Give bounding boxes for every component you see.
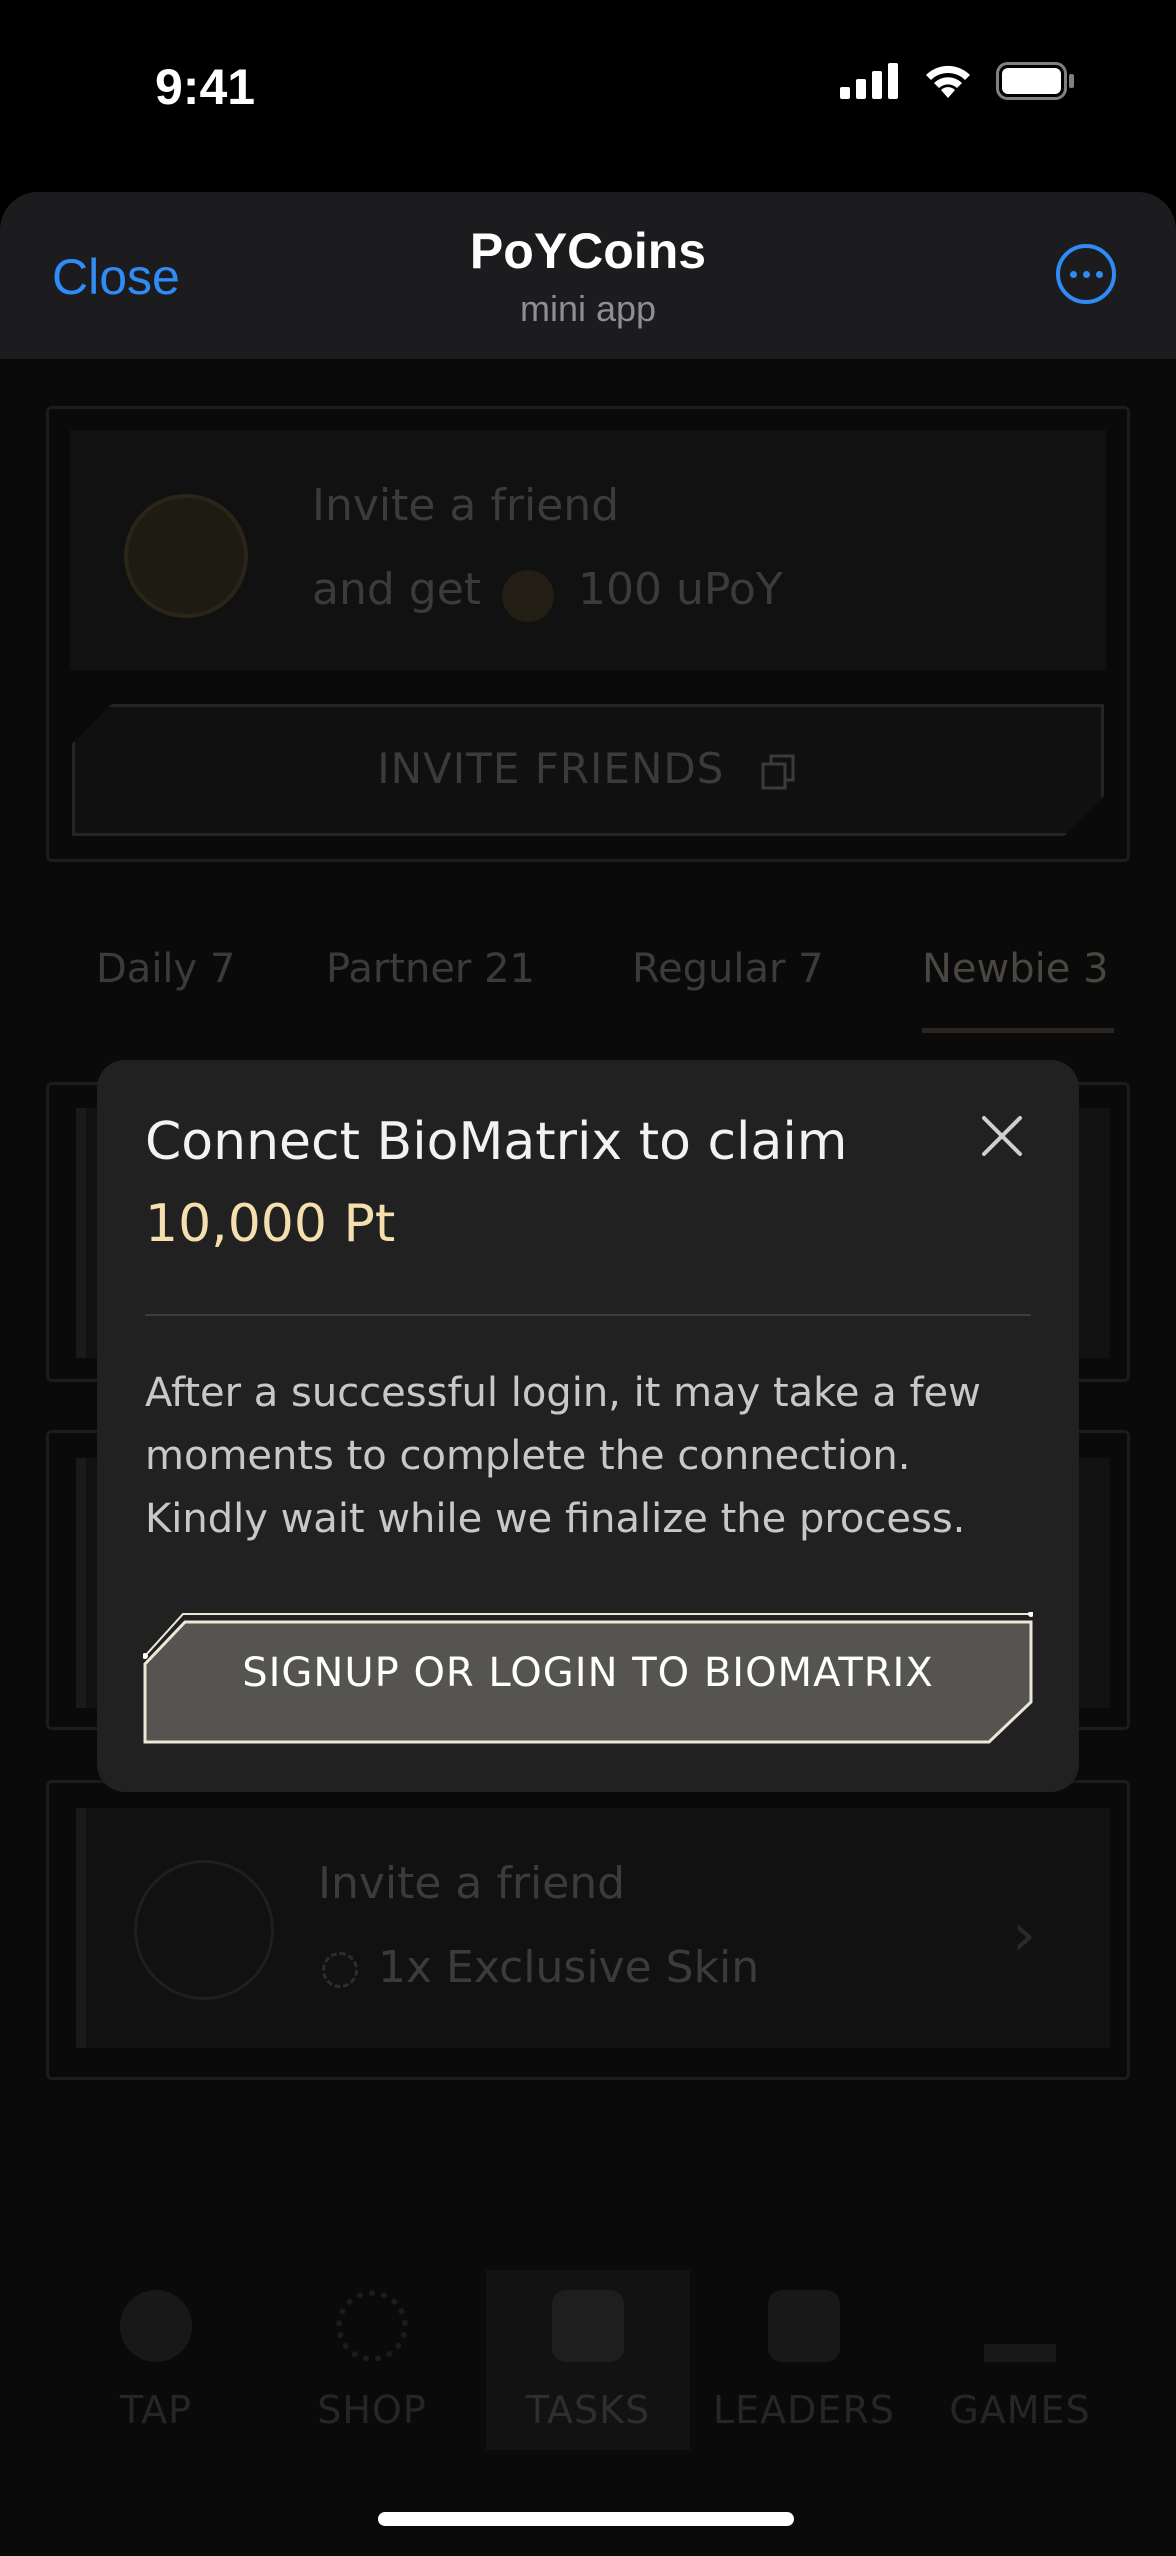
invite-friends-label: INVITE FRIENDS	[0, 744, 1176, 793]
tab-partner[interactable]: Partner 21	[326, 946, 535, 992]
task-reward: 1x Exclusive Skin	[378, 1942, 760, 1993]
chevron-right-icon: ›	[1012, 1900, 1036, 1970]
app-subtitle: mini app	[519, 288, 657, 329]
more-options-icon[interactable]	[1056, 244, 1116, 304]
modal-description: After a successful login, it may take a …	[145, 1370, 981, 1542]
nav-leaders[interactable]: LEADERS	[704, 2290, 904, 2432]
status-icons	[840, 62, 1076, 100]
shop-icon	[336, 2290, 408, 2362]
task-title: Invite a friend	[318, 1858, 626, 1909]
tab-newbie[interactable]: Newbie 3	[922, 946, 1109, 992]
nav-tasks-label: TASKS	[525, 2388, 651, 2432]
skin-icon	[322, 1952, 358, 1988]
home-indicator	[378, 2512, 794, 2526]
upoy-coin-icon	[502, 570, 554, 622]
status-time: 9:41	[155, 59, 256, 115]
tab-daily[interactable]: Daily 7	[96, 946, 235, 992]
poy-coin-icon	[124, 494, 248, 618]
nav-leaders-label: LEADERS	[713, 2388, 895, 2432]
modal-divider	[145, 1314, 1031, 1316]
nav-tap[interactable]: TAP	[56, 2290, 256, 2432]
joystick-icon	[984, 2290, 1056, 2362]
modal-reward-amount: 10,000 Pt	[145, 1194, 396, 1254]
cellular-signal-icon	[840, 63, 898, 99]
nav-tap-label: TAP	[119, 2388, 193, 2432]
nav-games-label: GAMES	[949, 2388, 1091, 2432]
invite-reward-prefix: and get	[312, 564, 482, 615]
close-icon[interactable]	[974, 1108, 1030, 1164]
leaderboard-icon	[768, 2290, 840, 2362]
tab-regular[interactable]: Regular 7	[632, 946, 824, 992]
tab-active-underline	[922, 1028, 1114, 1033]
copy-icon	[761, 754, 795, 789]
signup-login-label: SIGNUP OR LOGIN TO BIOMATRIX	[242, 1650, 934, 1696]
app-title: PoYCoins	[469, 223, 707, 279]
nav-shop-label: SHOP	[317, 2388, 427, 2432]
add-user-icon	[134, 1860, 274, 2000]
nav-tasks[interactable]: TASKS	[488, 2290, 688, 2432]
invite-title: Invite a friend	[312, 480, 620, 531]
battery-icon	[996, 62, 1074, 100]
modal-title: Connect BioMatrix to claim	[145, 1112, 848, 1172]
nav-games[interactable]: GAMES	[920, 2290, 1120, 2432]
nav-shop[interactable]: SHOP	[272, 2290, 472, 2432]
wifi-icon	[926, 65, 970, 98]
invite-reward-amount: 100 uPoY	[578, 564, 783, 615]
tasks-icon	[552, 2290, 624, 2362]
tap-icon	[120, 2290, 192, 2362]
